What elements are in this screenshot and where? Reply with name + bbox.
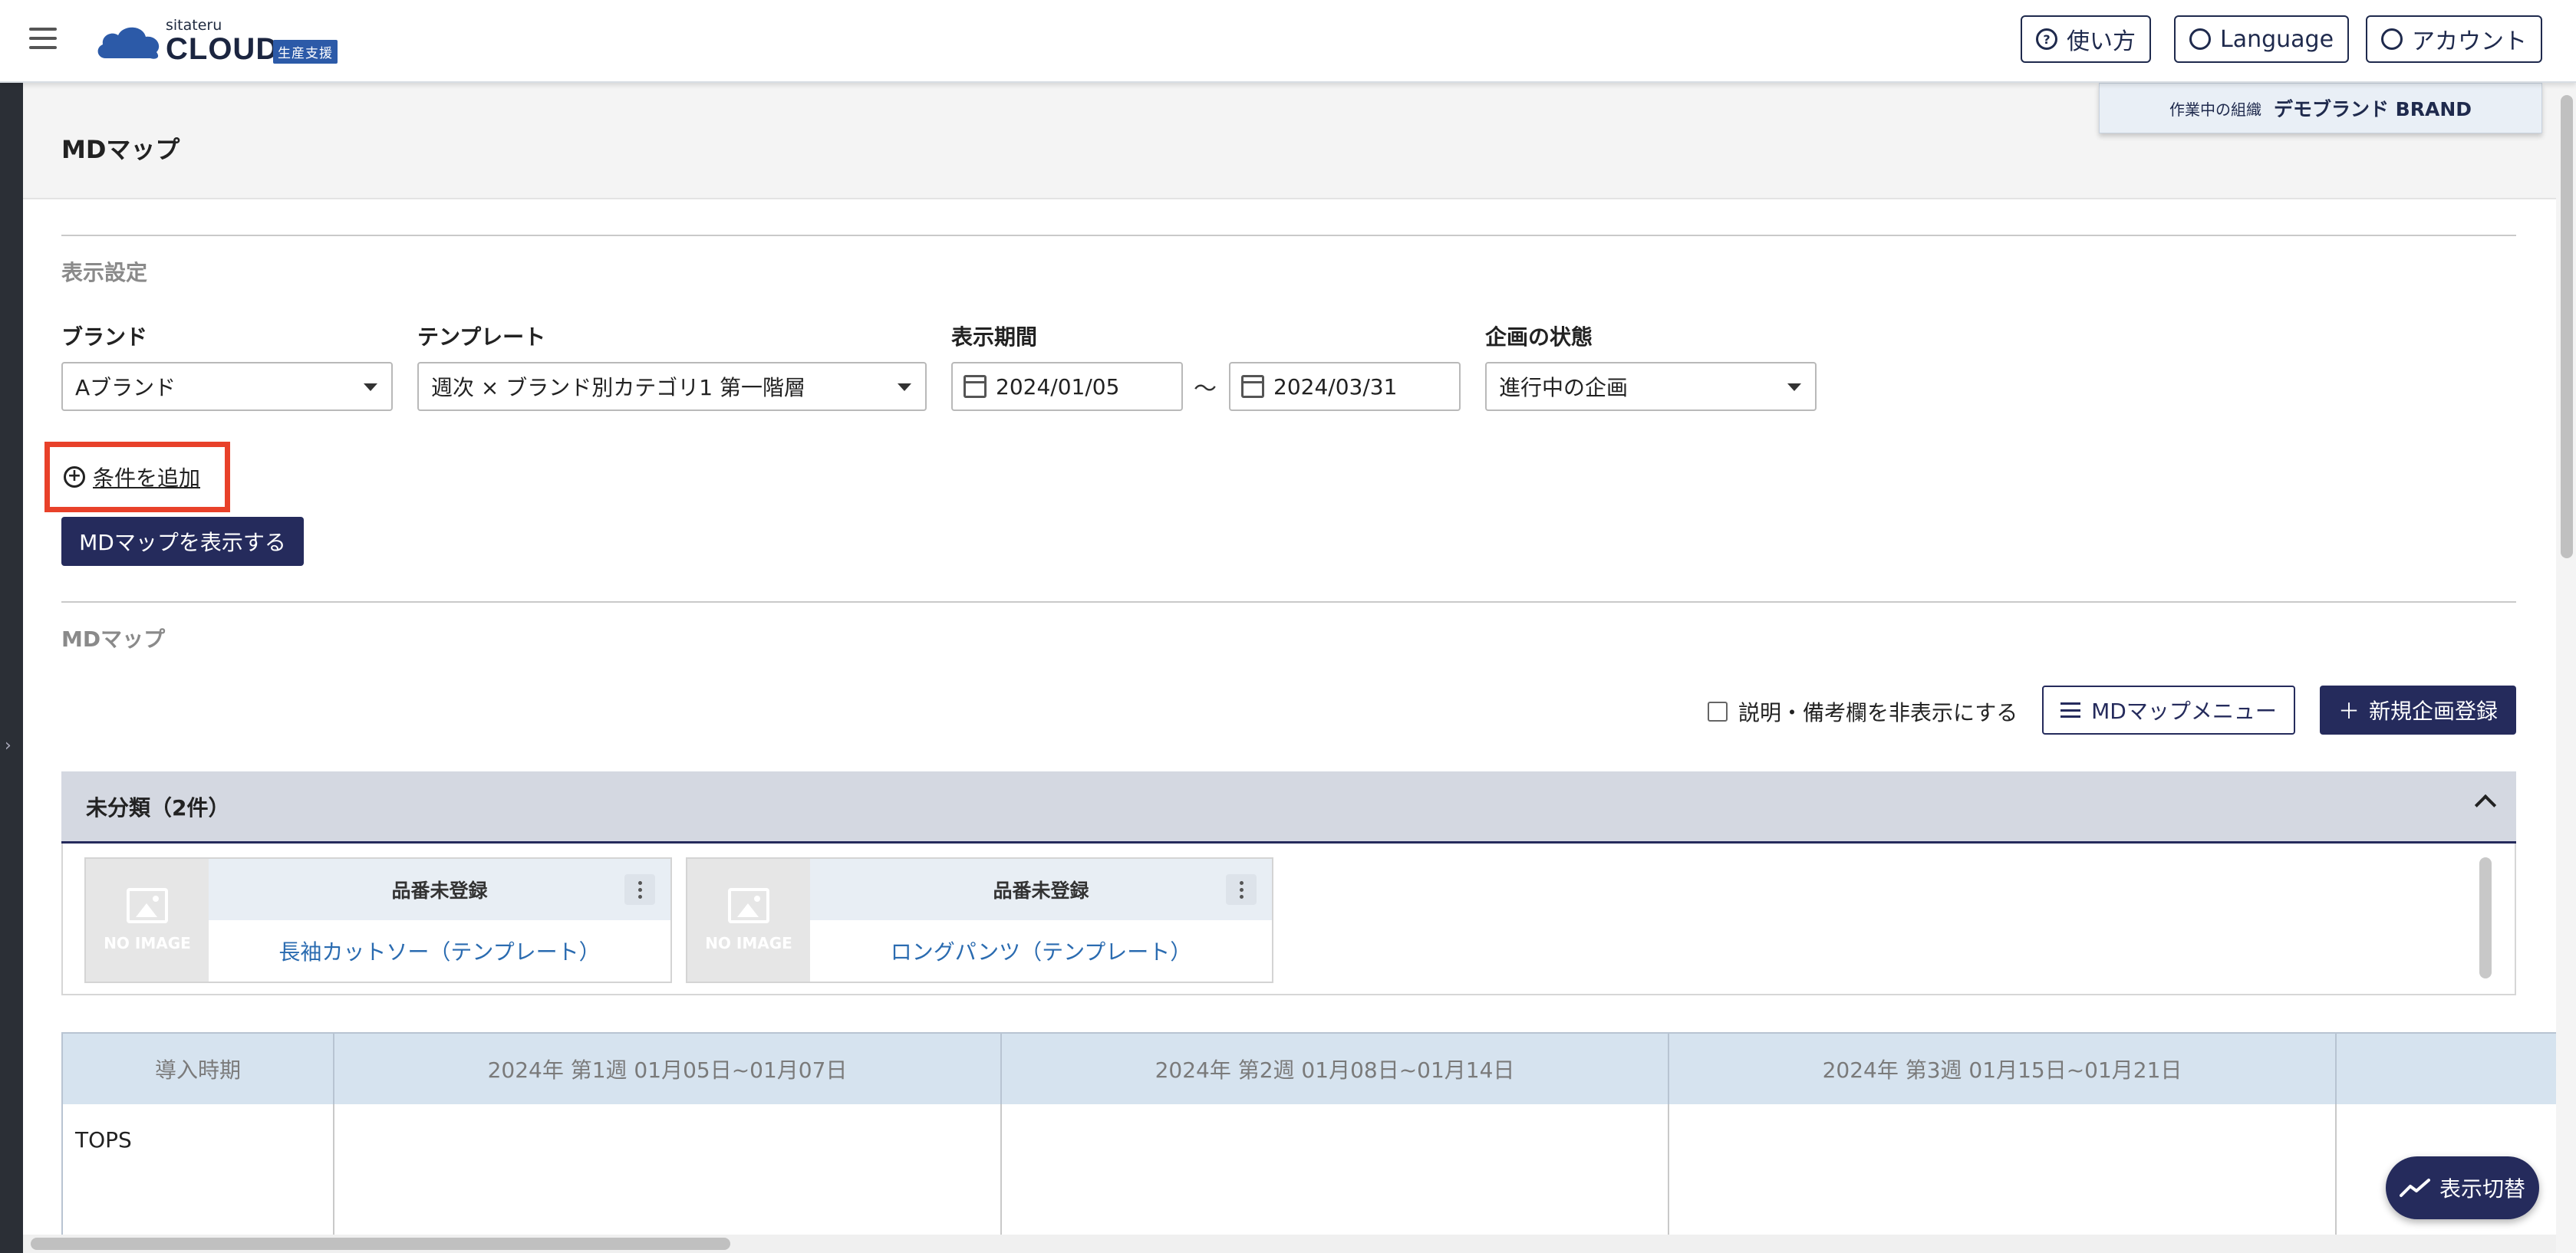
status-label: 企画の状態 [1485, 324, 1593, 350]
grid-cell[interactable] [1002, 1104, 1669, 1253]
logo-tag: 生産支援 [273, 40, 338, 64]
divider [61, 601, 2516, 603]
caret-down-icon [364, 383, 377, 391]
week-header: 2024年 第2週 01月08日~01月14日 [1002, 1034, 1669, 1104]
image-icon [127, 888, 168, 923]
side-rail[interactable]: › [0, 83, 23, 1253]
inner-scrollbar[interactable] [2479, 857, 2492, 978]
mdmap-section-title: MDマップ [61, 626, 166, 652]
org-value: デモブランド BRAND [2273, 98, 2472, 120]
period-to-value: 2024/03/31 [1273, 373, 1398, 400]
no-image-placeholder: NO IMAGE [687, 859, 810, 982]
toggle-view-button[interactable]: 表示切替 [2386, 1156, 2539, 1219]
plus-circle-icon: + [64, 466, 85, 488]
status-select-value: 進行中の企画 [1499, 375, 1629, 400]
no-image-text: NO IMAGE [104, 934, 191, 952]
hide-notes-label: 説明・備考欄を非表示にする [1738, 700, 2018, 725]
new-plan-label: 新規企画登録 [2369, 699, 2499, 724]
grid-cell[interactable] [334, 1104, 1002, 1253]
app-header: sitateru CLOUD 生産支援 ? 使い方 Language アカウント [0, 0, 2576, 83]
account-button[interactable]: アカウント [2366, 15, 2542, 63]
toggle-view-label: 表示切替 [2439, 1176, 2525, 1202]
row-label: TOPS [75, 1127, 132, 1153]
product-code-text: 品番未登録 [391, 880, 488, 902]
product-code-text: 品番未登録 [993, 880, 1089, 902]
status-select[interactable]: 進行中の企画 [1485, 362, 1817, 411]
logo-sub: sitateru [166, 17, 222, 34]
more-vert-icon[interactable] [1226, 874, 1257, 905]
no-image-text: NO IMAGE [705, 934, 792, 952]
calendar-icon [964, 375, 987, 398]
account-button-label: アカウント [2412, 28, 2527, 55]
horizontal-scroll-thumb[interactable] [31, 1238, 730, 1250]
new-plan-button[interactable]: ＋ 新規企画登録 [2320, 686, 2516, 735]
product-code: 品番未登録 [810, 859, 1272, 920]
app-logo[interactable]: sitateru CLOUD 生産支援 [95, 15, 356, 66]
grid-corner-header: 導入時期 [63, 1034, 334, 1104]
add-condition-label: 条件を追加 [93, 465, 201, 491]
brand-select[interactable]: Aブランド [61, 362, 393, 411]
trend-icon [2399, 1179, 2430, 1197]
checkbox-icon[interactable] [1708, 702, 1728, 722]
org-label: 作業中の組織 [2169, 100, 2261, 119]
help-button[interactable]: ? 使い方 [2021, 15, 2151, 63]
period-from-value: 2024/01/05 [996, 373, 1120, 400]
help-button-label: 使い方 [2067, 28, 2136, 55]
period-separator: 〜 [1194, 376, 1217, 403]
globe-icon [2189, 28, 2211, 50]
caret-down-icon [898, 383, 911, 391]
current-org-badge: 作業中の組織 デモブランド BRAND [2099, 83, 2542, 133]
display-settings-title: 表示設定 [61, 260, 148, 285]
product-card[interactable]: NO IMAGE 品番未登録 長袖カットソー（テンプレート） [84, 857, 672, 983]
template-label: テンプレート [417, 324, 546, 350]
chevron-up-icon[interactable] [2474, 794, 2497, 817]
hide-notes-checkbox[interactable]: 説明・備考欄を非表示にする [1708, 696, 2018, 727]
user-icon [2381, 28, 2403, 50]
cloud-logo-icon [97, 27, 160, 59]
help-icon: ? [2036, 28, 2057, 50]
product-name-link[interactable]: ロングパンツ（テンプレート） [810, 920, 1272, 982]
template-select[interactable]: 週次 × ブランド別カテゴリ1 第一階層 [417, 362, 927, 411]
calendar-icon [1241, 375, 1264, 398]
brand-select-value: Aブランド [75, 375, 176, 400]
hamburger-menu-icon[interactable] [29, 28, 57, 49]
language-button-label: Language [2220, 25, 2334, 53]
logo-main: CLOUD [166, 32, 279, 66]
language-button[interactable]: Language [2174, 15, 2350, 63]
list-icon [2060, 702, 2081, 718]
mdmap-grid: 導入時期 2024年 第1週 01月05日~01月07日 2024年 第2週 0… [61, 1032, 2558, 1253]
brand-label: ブランド [61, 324, 148, 350]
uncategorized-accordion-header[interactable]: 未分類（2件） [61, 771, 2516, 844]
week-header: 2024 [2337, 1034, 2556, 1104]
mdmap-menu-button[interactable]: MDマップメニュー [2042, 686, 2295, 735]
week-header: 2024年 第1週 01月05日~01月07日 [334, 1034, 1002, 1104]
page-title: MDマップ [61, 135, 180, 164]
grid-row-label-cell: TOPS [63, 1104, 334, 1253]
no-image-placeholder: NO IMAGE [86, 859, 209, 982]
mdmap-menu-label: MDマップメニュー [2091, 699, 2277, 724]
grid-cell[interactable] [1669, 1104, 2337, 1253]
template-select-value: 週次 × ブランド別カテゴリ1 第一階層 [431, 375, 805, 400]
period-label: 表示期間 [951, 324, 1038, 350]
uncategorized-title: 未分類（2件） [86, 794, 230, 821]
more-vert-icon[interactable] [624, 874, 655, 905]
period-from-input[interactable]: 2024/01/05 [951, 362, 1183, 411]
product-card[interactable]: NO IMAGE 品番未登録 ロングパンツ（テンプレート） [686, 857, 1273, 983]
divider [61, 235, 2516, 236]
vertical-scroll-thumb[interactable] [2561, 95, 2573, 558]
period-to-input[interactable]: 2024/03/31 [1229, 362, 1461, 411]
add-condition-link[interactable]: + 条件を追加 [44, 442, 230, 512]
product-code: 品番未登録 [209, 859, 670, 920]
plus-icon: ＋ [2337, 699, 2360, 724]
chevron-right-icon[interactable]: › [5, 736, 12, 755]
product-name-link[interactable]: 長袖カットソー（テンプレート） [209, 920, 670, 982]
image-icon [728, 888, 769, 923]
caret-down-icon [1787, 383, 1801, 391]
show-mdmap-button[interactable]: MDマップを表示する [61, 517, 304, 566]
week-header: 2024年 第3週 01月15日~01月21日 [1669, 1034, 2337, 1104]
